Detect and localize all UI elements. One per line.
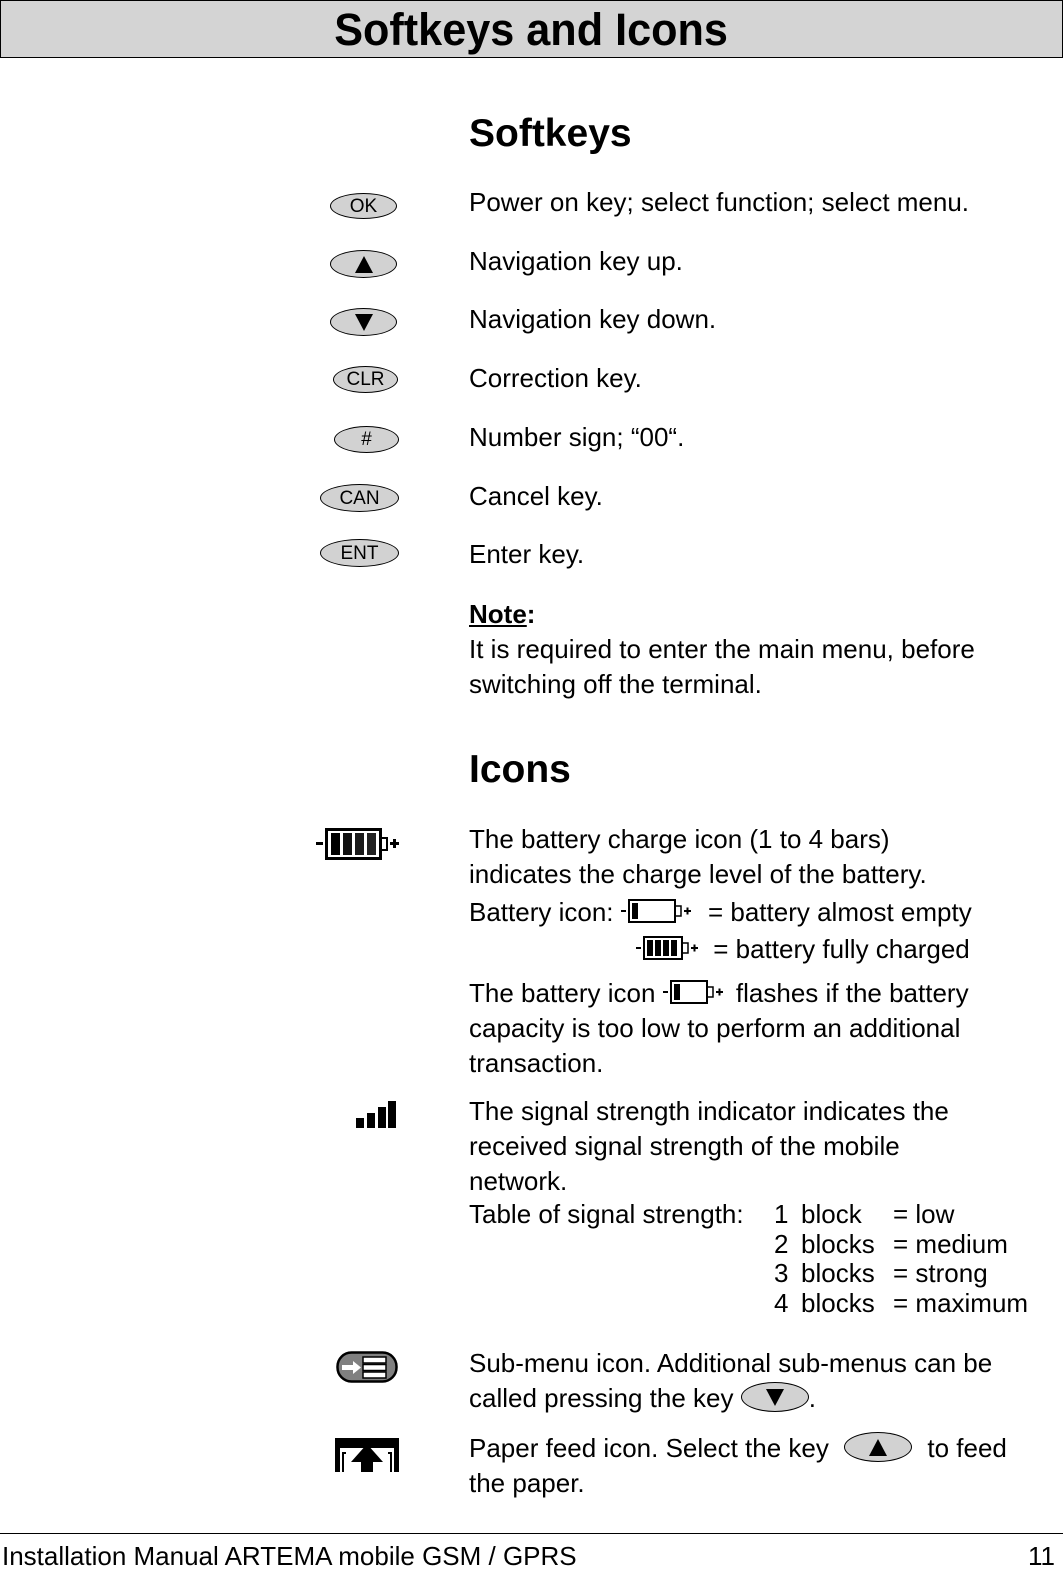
signal-table-level: = low <box>893 1199 955 1229</box>
page-number: 11 <box>1028 1541 1055 1571</box>
ok-key-label: OK <box>349 195 378 217</box>
up-arrow-key-icon <box>330 250 397 278</box>
down-triangle-icon <box>765 1388 784 1406</box>
signal-table-row: 4 blocks = maximum <box>469 1287 1029 1319</box>
paper-feed-desc-line-1: Paper feed icon. Select the key to feed <box>469 1431 1063 1466</box>
battery-flash-line-3: transaction. <box>469 1048 604 1078</box>
battery-full-small-icon <box>636 935 706 961</box>
signal-table-spacer <box>469 1259 774 1289</box>
battery-flash-line-1: The battery icon flashes if the battery <box>469 976 1063 1011</box>
page-title: Softkeys and Icons <box>334 3 729 55</box>
signal-table-row: Table of signal strength: 1 block = low <box>469 1199 1028 1230</box>
softkey-desc-ok: Power on key; select function; select me… <box>469 187 970 217</box>
signal-table-blocks: blocks <box>801 1287 875 1318</box>
can-key-icon: CAN <box>320 484 399 512</box>
battery-desc-line-2: indicates the charge level of the batter… <box>469 859 927 889</box>
signal-desc-line-1: The signal strength indicator indicates … <box>469 1096 949 1126</box>
battery-legend-text-2: = battery fully charged <box>713 934 970 964</box>
signal-table-num: 4 <box>774 1287 789 1318</box>
battery-flash-after: flashes if the battery <box>735 978 969 1008</box>
down-arrow-key-inline-icon <box>740 1382 809 1413</box>
can-key-label: CAN <box>339 487 380 509</box>
note-line-1: It is required to enter the main menu, b… <box>469 634 975 664</box>
icons-heading: Icons <box>469 748 571 791</box>
submenu-icon <box>336 1351 398 1383</box>
footer-divider <box>0 1533 1063 1534</box>
signal-table-label: Table of signal strength: <box>469 1199 744 1229</box>
signal-strength-table: Table of signal strength: 1 block = low … <box>469 1199 1029 1319</box>
up-triangle-icon <box>869 1438 888 1456</box>
signal-table-row: 2 blocks = medium <box>469 1228 1028 1260</box>
signal-table-num: 3 <box>774 1258 789 1288</box>
battery-legend-label: Battery icon: <box>469 897 614 927</box>
battery-empty-icon <box>620 898 701 924</box>
softkey-desc-can: Cancel key. <box>469 481 603 511</box>
ok-key-icon: OK <box>330 193 397 219</box>
signal-table-blocks: blocks <box>801 1228 875 1259</box>
ent-key-label: ENT <box>340 542 379 564</box>
ent-key-icon: ENT <box>320 539 399 567</box>
softkeys-heading: Softkeys <box>469 112 632 155</box>
page-header: Softkeys and Icons <box>0 0 1063 58</box>
down-triangle-icon <box>354 313 373 331</box>
battery-legend-row-1: Battery icon: = battery almost empty <box>469 895 1063 930</box>
signal-table-num: 1 <box>774 1199 789 1229</box>
signal-table-level: = maximum <box>893 1287 1029 1318</box>
signal-table-spacer <box>469 1289 774 1319</box>
note-label: Note <box>469 599 527 629</box>
signal-table-num: 2 <box>774 1228 789 1259</box>
clr-key-icon: CLR <box>333 366 398 393</box>
paper-feed-icon <box>335 1438 399 1472</box>
softkey-desc-clr: Correction key. <box>469 363 642 393</box>
hash-key-label: # <box>361 429 372 450</box>
signal-strength-icon <box>356 1100 398 1130</box>
battery-flash-line-2: capacity is too low to perform an additi… <box>469 1013 961 1043</box>
softkey-desc-up: Navigation key up. <box>469 246 683 276</box>
signal-table-row: 3 blocks = strong <box>469 1258 1028 1289</box>
hash-key-icon: # <box>334 426 399 453</box>
battery-flash-before: The battery icon <box>469 978 656 1008</box>
footer-document-title: Installation Manual ARTEMA mobile GSM / … <box>2 1541 577 1571</box>
battery-desc-line-1: The battery charge icon (1 to 4 bars) <box>469 824 890 854</box>
note-colon: : <box>526 599 536 629</box>
softkey-desc-ent: Enter key. <box>469 539 585 569</box>
down-arrow-key-icon <box>330 308 397 336</box>
submenu-desc-before: called pressing the key <box>469 1383 734 1413</box>
battery-legend-row-2: = battery fully charged <box>636 932 1063 967</box>
signal-desc-line-2: received signal strength of the mobile <box>469 1131 900 1161</box>
note-heading: Note: <box>469 597 1063 632</box>
signal-table-blocks: block <box>801 1199 862 1229</box>
submenu-desc-line-2: called pressing the key . <box>469 1381 1063 1416</box>
battery-legend-text-1: = battery almost empty <box>707 897 972 927</box>
submenu-desc-line-1: Sub-menu icon. Additional sub-menus can … <box>469 1348 993 1378</box>
battery-low-flashing-icon <box>662 979 729 1005</box>
paper-feed-desc-after: to feed <box>927 1433 1007 1463</box>
battery-full-icon <box>316 826 402 862</box>
submenu-desc-after: . <box>808 1383 816 1413</box>
up-arrow-key-inline-icon <box>844 1432 913 1463</box>
paper-feed-desc-line-2: the paper. <box>469 1468 585 1498</box>
clr-key-label: CLR <box>346 369 385 390</box>
paper-feed-desc-before: Paper feed icon. Select the key <box>469 1433 829 1463</box>
signal-desc-line-3: network. <box>469 1166 568 1196</box>
up-triangle-icon <box>354 255 373 273</box>
signal-table-level: = strong <box>893 1258 988 1288</box>
signal-table-spacer <box>469 1230 774 1260</box>
softkey-desc-hash: Number sign; “00“. <box>469 422 685 452</box>
softkey-desc-down: Navigation key down. <box>469 304 717 334</box>
signal-table-level: = medium <box>893 1228 1008 1259</box>
signal-table-blocks: blocks <box>801 1258 875 1288</box>
note-line-2: switching off the terminal. <box>469 669 762 699</box>
